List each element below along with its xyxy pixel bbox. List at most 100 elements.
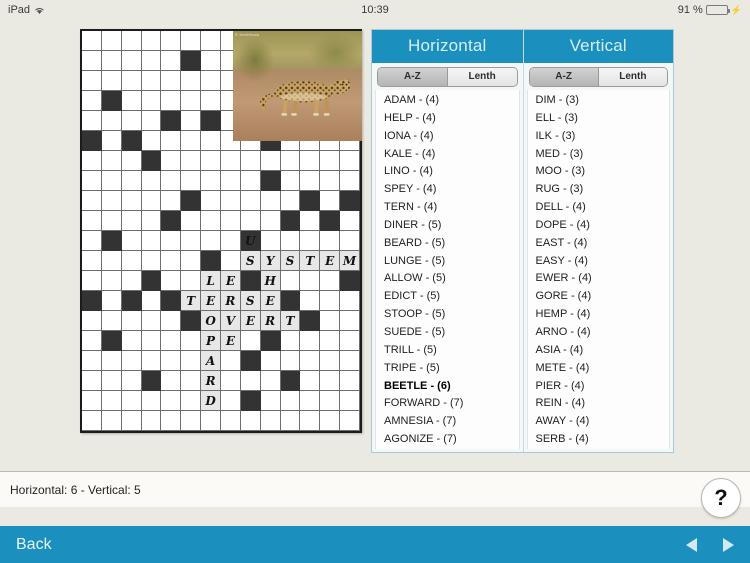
grid-cell-empty[interactable] bbox=[101, 211, 122, 231]
horizontal-sort-az-tab[interactable]: A-Z bbox=[378, 68, 448, 86]
grid-cell-filled[interactable]: R bbox=[221, 291, 241, 311]
horizontal-word-item[interactable]: AMNESIA - (7) bbox=[384, 413, 519, 431]
grid-cell-filled[interactable]: Y bbox=[260, 251, 281, 271]
grid-cell-filled[interactable]: V bbox=[221, 311, 241, 331]
grid-cell-empty[interactable] bbox=[101, 151, 122, 171]
vertical-word-item[interactable]: ARNO - (4) bbox=[536, 324, 670, 342]
grid-cell-empty[interactable] bbox=[161, 251, 182, 271]
grid-cell-empty[interactable] bbox=[300, 331, 321, 351]
grid-cell-empty[interactable] bbox=[121, 271, 142, 291]
horizontal-sort-length-tab[interactable]: Lenth bbox=[447, 68, 517, 86]
grid-cell-empty[interactable] bbox=[221, 231, 241, 251]
grid-cell-empty[interactable] bbox=[340, 171, 360, 191]
horizontal-word-item[interactable]: TERN - (4) bbox=[384, 199, 519, 217]
grid-cell-empty[interactable] bbox=[161, 311, 182, 331]
grid-cell-filled[interactable]: T bbox=[280, 311, 301, 331]
grid-cell-empty[interactable] bbox=[161, 151, 182, 171]
grid-cell-empty[interactable] bbox=[181, 111, 202, 131]
grid-cell-empty[interactable] bbox=[101, 351, 122, 371]
grid-cell-empty[interactable] bbox=[101, 251, 122, 271]
grid-cell-filled[interactable]: S bbox=[240, 251, 261, 271]
back-button[interactable]: Back bbox=[16, 536, 52, 554]
grid-cell-empty[interactable] bbox=[181, 331, 202, 351]
grid-cell-empty[interactable] bbox=[141, 391, 162, 411]
grid-cell-empty[interactable] bbox=[141, 411, 162, 431]
grid-cell-empty[interactable] bbox=[121, 351, 142, 371]
grid-cell-empty[interactable] bbox=[320, 391, 341, 411]
horizontal-sort-segmented-control[interactable]: A-Z Lenth bbox=[377, 67, 518, 87]
grid-cell-empty[interactable] bbox=[121, 391, 142, 411]
grid-cell-empty[interactable] bbox=[280, 151, 301, 171]
vertical-word-item[interactable]: EAST - (4) bbox=[536, 235, 670, 253]
vertical-word-item[interactable]: HEMP - (4) bbox=[536, 306, 670, 324]
grid-cell-empty[interactable] bbox=[121, 371, 142, 391]
horizontal-word-item[interactable]: LINO - (4) bbox=[384, 163, 519, 181]
grid-cell-empty[interactable] bbox=[260, 211, 281, 231]
vertical-sort-segmented-control[interactable]: A-Z Lenth bbox=[528, 67, 668, 87]
grid-cell-filled[interactable]: E bbox=[260, 291, 281, 311]
grid-cell-empty[interactable] bbox=[221, 151, 241, 171]
grid-cell-empty[interactable] bbox=[201, 31, 221, 51]
grid-cell-filled[interactable]: H bbox=[260, 271, 281, 291]
grid-cell-empty[interactable] bbox=[181, 231, 202, 251]
horizontal-word-item[interactable]: DINER - (5) bbox=[384, 217, 519, 235]
grid-cell-empty[interactable] bbox=[280, 351, 301, 371]
grid-cell-empty[interactable] bbox=[260, 391, 281, 411]
grid-cell-empty[interactable] bbox=[201, 411, 221, 431]
horizontal-word-item[interactable]: BEARD - (5) bbox=[384, 235, 519, 253]
grid-cell-empty[interactable] bbox=[82, 71, 102, 91]
grid-cell-empty[interactable] bbox=[221, 371, 241, 391]
grid-cell-filled[interactable]: E bbox=[320, 251, 341, 271]
vertical-sort-az-tab[interactable]: A-Z bbox=[529, 68, 599, 86]
grid-cell-empty[interactable] bbox=[101, 411, 122, 431]
grid-cell-empty[interactable] bbox=[82, 111, 102, 131]
vertical-word-item[interactable]: EWER - (4) bbox=[536, 270, 670, 288]
horizontal-word-item[interactable]: BEETLE - (6) bbox=[384, 378, 519, 396]
grid-cell-empty[interactable] bbox=[181, 31, 202, 51]
grid-cell-empty[interactable] bbox=[161, 171, 182, 191]
grid-cell-filled[interactable]: R bbox=[201, 371, 221, 391]
grid-cell-filled[interactable]: O bbox=[201, 311, 221, 331]
grid-cell-empty[interactable] bbox=[240, 411, 261, 431]
grid-cell-empty[interactable] bbox=[121, 411, 142, 431]
vertical-word-item[interactable]: METE - (4) bbox=[536, 360, 670, 378]
grid-cell-empty[interactable] bbox=[181, 171, 202, 191]
grid-cell-empty[interactable] bbox=[240, 151, 261, 171]
grid-cell-filled[interactable]: T bbox=[300, 251, 321, 271]
grid-cell-empty[interactable] bbox=[161, 51, 182, 71]
horizontal-word-item[interactable]: TRIPE - (5) bbox=[384, 360, 519, 378]
grid-cell-empty[interactable] bbox=[280, 171, 301, 191]
grid-cell-empty[interactable] bbox=[201, 51, 221, 71]
grid-cell-empty[interactable] bbox=[82, 371, 102, 391]
grid-cell-empty[interactable] bbox=[300, 171, 321, 191]
vertical-word-item[interactable]: GORE - (4) bbox=[536, 288, 670, 306]
grid-cell-filled[interactable]: E bbox=[221, 331, 241, 351]
grid-cell-empty[interactable] bbox=[82, 351, 102, 371]
grid-cell-empty[interactable] bbox=[280, 191, 301, 211]
grid-cell-empty[interactable] bbox=[141, 331, 162, 351]
grid-cell-empty[interactable] bbox=[280, 231, 301, 251]
grid-cell-empty[interactable] bbox=[121, 31, 142, 51]
vertical-word-item[interactable]: ILK - (3) bbox=[536, 128, 670, 146]
horizontal-word-item[interactable]: IONA - (4) bbox=[384, 128, 519, 146]
grid-cell-filled[interactable]: S bbox=[240, 291, 261, 311]
horizontal-word-item[interactable]: ADAM - (4) bbox=[384, 92, 519, 110]
grid-cell-empty[interactable] bbox=[181, 211, 202, 231]
grid-cell-empty[interactable] bbox=[201, 211, 221, 231]
grid-cell-empty[interactable] bbox=[320, 151, 341, 171]
grid-cell-empty[interactable] bbox=[161, 391, 182, 411]
grid-cell-empty[interactable] bbox=[101, 111, 122, 131]
grid-cell-filled[interactable]: E bbox=[201, 291, 221, 311]
grid-cell-empty[interactable] bbox=[101, 131, 122, 151]
grid-cell-empty[interactable] bbox=[181, 151, 202, 171]
grid-cell-empty[interactable] bbox=[181, 251, 202, 271]
vertical-word-item[interactable]: ELL - (3) bbox=[536, 110, 670, 128]
grid-cell-empty[interactable] bbox=[240, 191, 261, 211]
grid-cell-empty[interactable] bbox=[300, 151, 321, 171]
grid-cell-empty[interactable] bbox=[340, 211, 360, 231]
grid-cell-empty[interactable] bbox=[340, 151, 360, 171]
grid-cell-empty[interactable] bbox=[181, 131, 202, 151]
vertical-word-list[interactable]: DIM - (3) ELL - (3) ILK - (3) MED - (3) MOO … bbox=[526, 90, 670, 449]
horizontal-word-item[interactable]: STOOP - (5) bbox=[384, 306, 519, 324]
grid-cell-empty[interactable] bbox=[340, 331, 360, 351]
